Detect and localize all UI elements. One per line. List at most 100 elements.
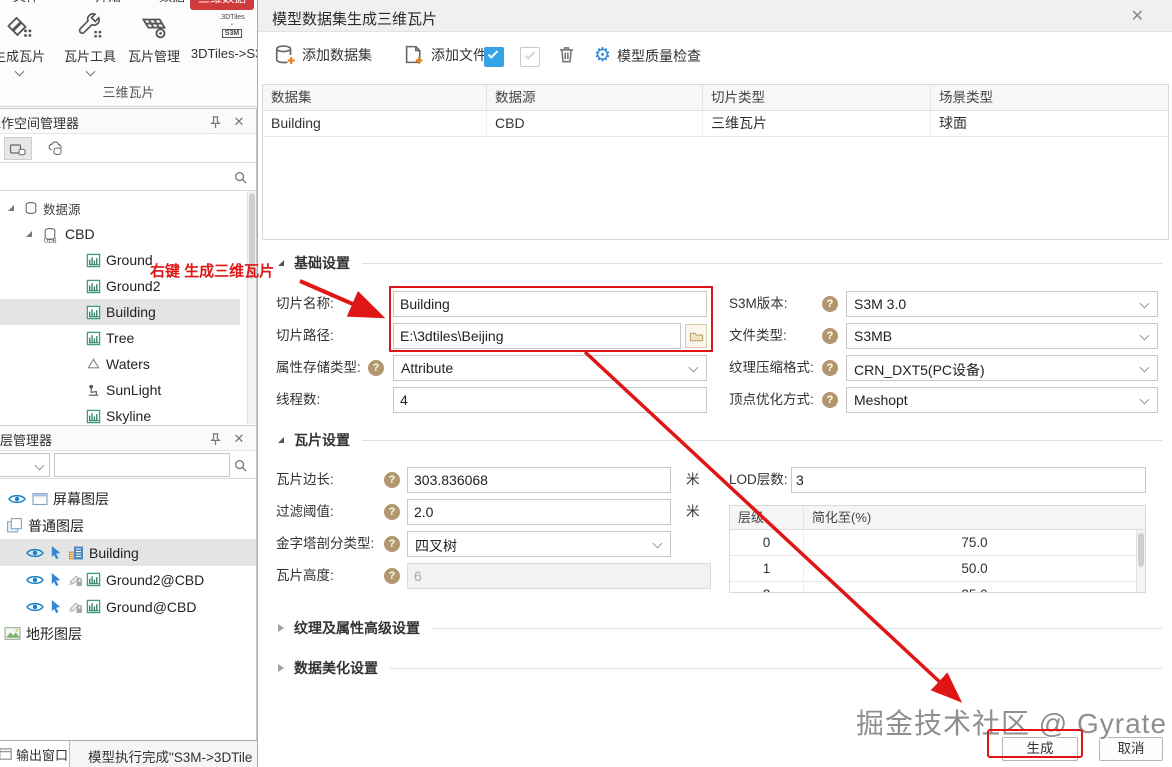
tree-item-label: CBD xyxy=(65,226,95,242)
workspace-search-input[interactable] xyxy=(4,165,230,188)
tree-item-sunlight[interactable]: SunLight xyxy=(0,377,240,403)
close-icon[interactable]: ✕ xyxy=(1131,6,1144,26)
tile-side-label: 瓦片边长: xyxy=(276,467,334,493)
help-icon[interactable]: ? xyxy=(368,360,384,376)
help-icon[interactable]: ? xyxy=(384,472,400,488)
chevron-down-icon xyxy=(1140,299,1150,309)
search-icon xyxy=(233,458,248,473)
layer-filter-dropdown[interactable] xyxy=(0,453,50,477)
layer-item-ground[interactable]: Ground@CBD xyxy=(0,593,256,620)
scrollbar-thumb[interactable] xyxy=(1138,533,1144,567)
output-window-tab[interactable]: 输出窗口 xyxy=(0,741,70,767)
help-icon[interactable]: ? xyxy=(822,328,838,344)
column-header[interactable]: 切片类型 xyxy=(703,85,931,110)
eye-icon[interactable] xyxy=(26,574,44,586)
cloud-workspace-tab[interactable] xyxy=(42,137,70,160)
ribbon-tab-3d-data[interactable]: 三维数据 xyxy=(190,0,254,10)
layer-item-building[interactable]: Building xyxy=(0,539,256,566)
lod-table-header: 层级 简化至(%) xyxy=(730,506,1145,530)
texture-compress-select[interactable]: CRN_DXT5(PC设备) xyxy=(846,355,1158,381)
dataset-icon xyxy=(86,599,101,614)
workspace-tab[interactable] xyxy=(4,137,32,160)
edit-lock-icon xyxy=(67,599,83,615)
file-type-select[interactable]: S3MB xyxy=(846,323,1158,349)
table-row[interactable]: Building CBD 三维瓦片 球面 xyxy=(263,111,1168,137)
table-row[interactable]: 1 50.0 xyxy=(730,556,1145,582)
tree-item-label: Skyline xyxy=(106,408,151,424)
scrollbar[interactable] xyxy=(247,191,256,424)
column-header[interactable]: 数据源 xyxy=(487,85,703,110)
search-icon xyxy=(233,170,248,185)
cell-simplify[interactable]: 25.0 xyxy=(804,582,1145,593)
section-basic-settings[interactable]: 基础设置 xyxy=(258,252,1162,274)
eye-icon[interactable] xyxy=(8,493,26,505)
tree-item-cbd[interactable]: UDB CBD xyxy=(0,221,240,247)
help-icon[interactable]: ? xyxy=(384,568,400,584)
ribbon-tab-file[interactable]: 文件 xyxy=(6,0,46,9)
help-icon[interactable]: ? xyxy=(822,296,838,312)
layer-item-screen[interactable]: 屏幕图层 xyxy=(0,485,256,512)
layer-item-terrain[interactable]: 地形图层 xyxy=(0,620,256,647)
close-icon[interactable]: ✕ xyxy=(230,430,248,448)
lod-count-input[interactable] xyxy=(791,467,1146,493)
help-icon[interactable]: ? xyxy=(822,360,838,376)
column-header[interactable]: 场景类型 xyxy=(931,85,1168,110)
expand-icon[interactable] xyxy=(8,205,14,211)
close-icon[interactable]: ✕ xyxy=(230,113,248,131)
ribbon-tab-start[interactable]: 开始 xyxy=(88,0,128,9)
tile-height-label: 瓦片高度: xyxy=(276,563,334,589)
pyramid-split-select[interactable]: 四叉树 xyxy=(407,531,671,557)
filter-threshold-label: 过滤阈值: xyxy=(276,499,334,525)
pin-icon[interactable] xyxy=(206,430,224,448)
filter-threshold-input[interactable] xyxy=(407,499,671,525)
s3m-version-select[interactable]: S3M 3.0 xyxy=(846,291,1158,317)
thread-count-input[interactable] xyxy=(393,387,707,413)
table-row[interactable]: 0 75.0 xyxy=(730,530,1145,556)
scrollbar[interactable] xyxy=(1136,530,1145,592)
tree-item-datasource[interactable]: 数据源 xyxy=(0,195,240,221)
cell-simplify[interactable]: 75.0 xyxy=(804,530,1145,555)
layer-search-input[interactable] xyxy=(54,453,230,477)
invert-select-checkbox[interactable] xyxy=(520,47,540,67)
cell-simplify[interactable]: 50.0 xyxy=(804,556,1145,581)
quality-check-button[interactable]: ⚙ 模型质量检查 xyxy=(594,44,701,67)
eye-icon[interactable] xyxy=(26,601,44,613)
tile-name-label: 切片名称: xyxy=(276,291,334,317)
delete-button[interactable] xyxy=(556,44,577,65)
tree-item-building[interactable]: Building xyxy=(0,299,240,325)
annotation-rect-generate xyxy=(987,729,1083,758)
add-dataset-button[interactable]: 添加数据集 xyxy=(274,44,372,66)
eye-icon[interactable] xyxy=(26,547,44,559)
table-row[interactable]: 2 25.0 xyxy=(730,582,1145,593)
ribbon-tab-data[interactable]: 数据 xyxy=(152,0,192,9)
add-file-label: 添加文件 xyxy=(431,45,487,65)
pin-icon[interactable] xyxy=(206,113,224,131)
help-icon[interactable]: ? xyxy=(384,504,400,520)
attr-storage-select[interactable]: Attribute xyxy=(393,355,707,381)
help-icon[interactable]: ? xyxy=(822,392,838,408)
help-icon[interactable]: ? xyxy=(384,536,400,552)
chevron-down-icon xyxy=(1140,363,1150,373)
workspace-panel-title: 工作空间管理器 xyxy=(0,113,79,132)
database-icon xyxy=(24,201,38,215)
select-all-checkbox[interactable] xyxy=(484,47,504,67)
column-header[interactable]: 数据集 xyxy=(263,85,487,110)
workspace-icon xyxy=(9,141,27,157)
output-window-label: 输出窗口 xyxy=(16,745,68,764)
dialog-title: 模型数据集生成三维瓦片 xyxy=(272,8,437,29)
vertex-optimize-select[interactable]: Meshopt xyxy=(846,387,1158,413)
section-texture-advanced[interactable]: 纹理及属性高级设置 xyxy=(258,617,1162,639)
tile-side-input[interactable] xyxy=(407,467,671,493)
attr-storage-label: 属性存储类型: xyxy=(276,355,361,381)
layer-item-normal[interactable]: 普通图层 xyxy=(0,512,256,539)
expand-icon[interactable] xyxy=(26,231,32,237)
section-tile-settings[interactable]: 瓦片设置 xyxy=(258,429,1162,451)
tree-item-waters[interactable]: Waters xyxy=(0,351,240,377)
layer-item-ground2[interactable]: Ground2@CBD xyxy=(0,566,256,593)
screen-layer-icon xyxy=(32,491,48,507)
tree-item-skyline[interactable]: Skyline xyxy=(0,403,240,425)
section-data-beautify[interactable]: 数据美化设置 xyxy=(258,657,1162,679)
add-file-button[interactable]: 添加文件 xyxy=(404,44,487,65)
section-title: 基础设置 xyxy=(294,253,350,273)
tree-item-tree[interactable]: Tree xyxy=(0,325,240,351)
